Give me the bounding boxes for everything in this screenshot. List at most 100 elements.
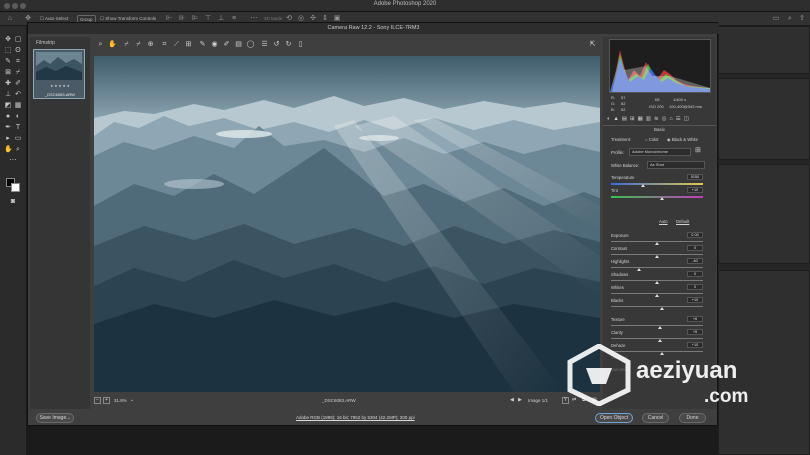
hand-tool-icon[interactable]: ✋	[108, 40, 117, 49]
move-tool-icon[interactable]: ✥	[4, 36, 12, 44]
quick-mask-icon[interactable]: ◙	[9, 198, 17, 206]
tint-slider-track[interactable]	[611, 196, 703, 198]
frame-tool-icon[interactable]: ⊠	[4, 69, 12, 77]
shadows-slider-thumb[interactable]	[655, 281, 659, 284]
temperature-value-field[interactable]: 5150	[687, 174, 703, 180]
zoom-in-icon[interactable]: +	[103, 397, 110, 404]
blacks-slider-thumb[interactable]	[659, 307, 664, 310]
exposure-slider-thumb[interactable]	[655, 242, 659, 245]
crop-tool-icon[interactable]: ⌗	[14, 58, 22, 66]
highlights-slider-thumb[interactable]	[636, 268, 641, 271]
rotate-left-icon[interactable]: ↺	[272, 40, 281, 49]
rotate-right-icon[interactable]: ↻	[284, 40, 293, 49]
exposure-value-field[interactable]: 0.00	[687, 232, 703, 238]
temperature-slider-thumb[interactable]	[641, 184, 646, 187]
graduated-filter-icon[interactable]: ▤	[234, 40, 243, 49]
targeted-adjustment-tool-icon[interactable]: ⊕	[146, 40, 155, 49]
transform-tool-icon[interactable]: ⊞	[184, 40, 193, 49]
dehaze-slider-thumb[interactable]	[659, 352, 664, 355]
clarity-label: Clarity	[611, 330, 623, 335]
texture-slider-thumb[interactable]	[657, 326, 662, 329]
tint-value-field[interactable]: +10	[687, 187, 703, 193]
color-sampler-tool-icon[interactable]: ⌿	[134, 40, 143, 49]
adjustment-brush-icon[interactable]: ✐	[222, 40, 231, 49]
auto-button[interactable]: Auto	[659, 219, 668, 224]
shape-tool-icon[interactable]: ▭	[14, 135, 22, 143]
texture-label: Texture	[611, 317, 625, 322]
preferences-icon[interactable]: ☰	[260, 40, 269, 49]
save-image-button[interactable]: Save Image...	[36, 413, 74, 423]
highlights-value-field[interactable]: -40	[687, 258, 703, 264]
zoom-dropdown-icon[interactable]: ⌄	[130, 397, 134, 403]
filmstrip-thumbnail[interactable]: ★ ★ ★ ★ ★ _DSC6083.ARW	[33, 49, 85, 99]
eraser-tool-icon[interactable]: ◩	[4, 102, 12, 110]
app-title: Adobe Photoshop 2020	[373, 1, 437, 7]
panel-dock-top	[718, 26, 810, 74]
quick-select-tool-icon[interactable]: ✎	[4, 58, 12, 66]
white-balance-tool-icon[interactable]: ⌿	[122, 40, 131, 49]
lasso-tool-icon[interactable]: ʘ	[14, 47, 22, 55]
healing-tool-icon[interactable]: ✚	[4, 80, 12, 88]
image-preview[interactable]	[94, 56, 600, 392]
contrast-value-field[interactable]: 0	[687, 245, 703, 251]
type-tool-icon[interactable]: T	[14, 124, 22, 132]
next-image-icon[interactable]: ▶	[518, 397, 522, 403]
background-color-swatch[interactable]	[11, 183, 20, 192]
clarity-slider-thumb[interactable]	[657, 339, 662, 342]
crop-tool-icon[interactable]: ⌗	[160, 40, 169, 49]
aeziyuan-logo-icon	[567, 344, 631, 406]
temperature-label: Temperature	[611, 175, 635, 180]
temperature-slider-track[interactable]	[611, 183, 703, 185]
workflow-options-link[interactable]: Adobe RGB (1998); 16 bit; 7952 by 5304 (…	[296, 415, 415, 420]
history-brush-tool-icon[interactable]: ↶	[14, 91, 22, 99]
clarity-value-field[interactable]: +5	[687, 329, 703, 335]
dodge-tool-icon[interactable]: ◐	[14, 113, 22, 121]
cancel-button[interactable]: Cancel	[642, 413, 669, 423]
radial-filter-icon[interactable]: ◯	[246, 40, 255, 49]
search-icon[interactable]: ⌕	[786, 15, 794, 23]
brush-tool-icon[interactable]: ✐	[14, 80, 22, 88]
share-icon[interactable]: ⇪	[798, 15, 806, 23]
texture-value-field[interactable]: +6	[687, 316, 703, 322]
stamp-tool-icon[interactable]: ⊥	[4, 91, 12, 99]
hand-tool-icon[interactable]: ✋	[4, 146, 13, 154]
delete-icon[interactable]: ▯	[296, 40, 305, 49]
zoom-tool-icon[interactable]: ⌕	[96, 40, 105, 49]
zoom-out-icon[interactable]: −	[94, 397, 101, 404]
dehaze-value-field[interactable]: +10	[687, 342, 703, 348]
workspace-icon[interactable]: ▭	[772, 15, 780, 23]
auto-select-label: Auto-Select	[45, 16, 69, 21]
thumbnail-rating[interactable]: ★ ★ ★ ★ ★	[34, 84, 86, 88]
shadows-value-field[interactable]: 0	[687, 271, 703, 277]
whites-slider-thumb[interactable]	[655, 294, 659, 297]
pen-tool-icon[interactable]: ✒	[4, 124, 12, 132]
straighten-tool-icon[interactable]: ⟋	[172, 40, 181, 49]
more-tools-icon[interactable]: ⋯	[9, 157, 17, 165]
artboard-tool-icon[interactable]: ▢	[14, 36, 22, 44]
home-icon[interactable]: ⌂	[6, 15, 14, 23]
blur-tool-icon[interactable]: ●	[4, 113, 12, 121]
whites-value-field[interactable]: 0	[687, 284, 703, 290]
highlights-label: Highlights	[611, 259, 630, 264]
open-object-button[interactable]: Open Object	[595, 413, 633, 423]
path-select-tool-icon[interactable]: ▸	[4, 135, 12, 143]
zoom-level[interactable]: 31.8%	[114, 398, 127, 403]
default-button[interactable]: Default	[676, 219, 689, 224]
blacks-value-field[interactable]: +10	[687, 297, 703, 303]
zoom-tool-icon[interactable]: ⌕	[14, 146, 22, 154]
eyedropper-tool-icon[interactable]: ⌿	[14, 69, 22, 77]
previous-image-icon[interactable]: ◀	[510, 397, 514, 403]
fullscreen-icon[interactable]: ⇱	[588, 40, 597, 49]
tools-panel: ✥ ▢ ⬚ ʘ ✎ ⌗ ⊠ ⌿ ✚ ✐ ⊥ ↶ ◩ ▦ ● ◐ ✒ T ▸ ▭ …	[0, 26, 27, 455]
highlights-slider-track[interactable]	[611, 267, 703, 268]
blacks-slider-track[interactable]	[611, 306, 703, 307]
marquee-tool-icon[interactable]: ⬚	[4, 47, 12, 55]
done-button[interactable]: Done	[679, 413, 706, 423]
exposure-label: Exposure	[611, 233, 629, 238]
spot-removal-tool-icon[interactable]: ✎	[198, 40, 207, 49]
red-eye-tool-icon[interactable]: ◉	[210, 40, 219, 49]
tint-slider-thumb[interactable]	[659, 197, 664, 200]
contrast-slider-thumb[interactable]	[655, 255, 659, 258]
contrast-label: Contrast	[611, 246, 627, 251]
gradient-tool-icon[interactable]: ▦	[14, 102, 22, 110]
